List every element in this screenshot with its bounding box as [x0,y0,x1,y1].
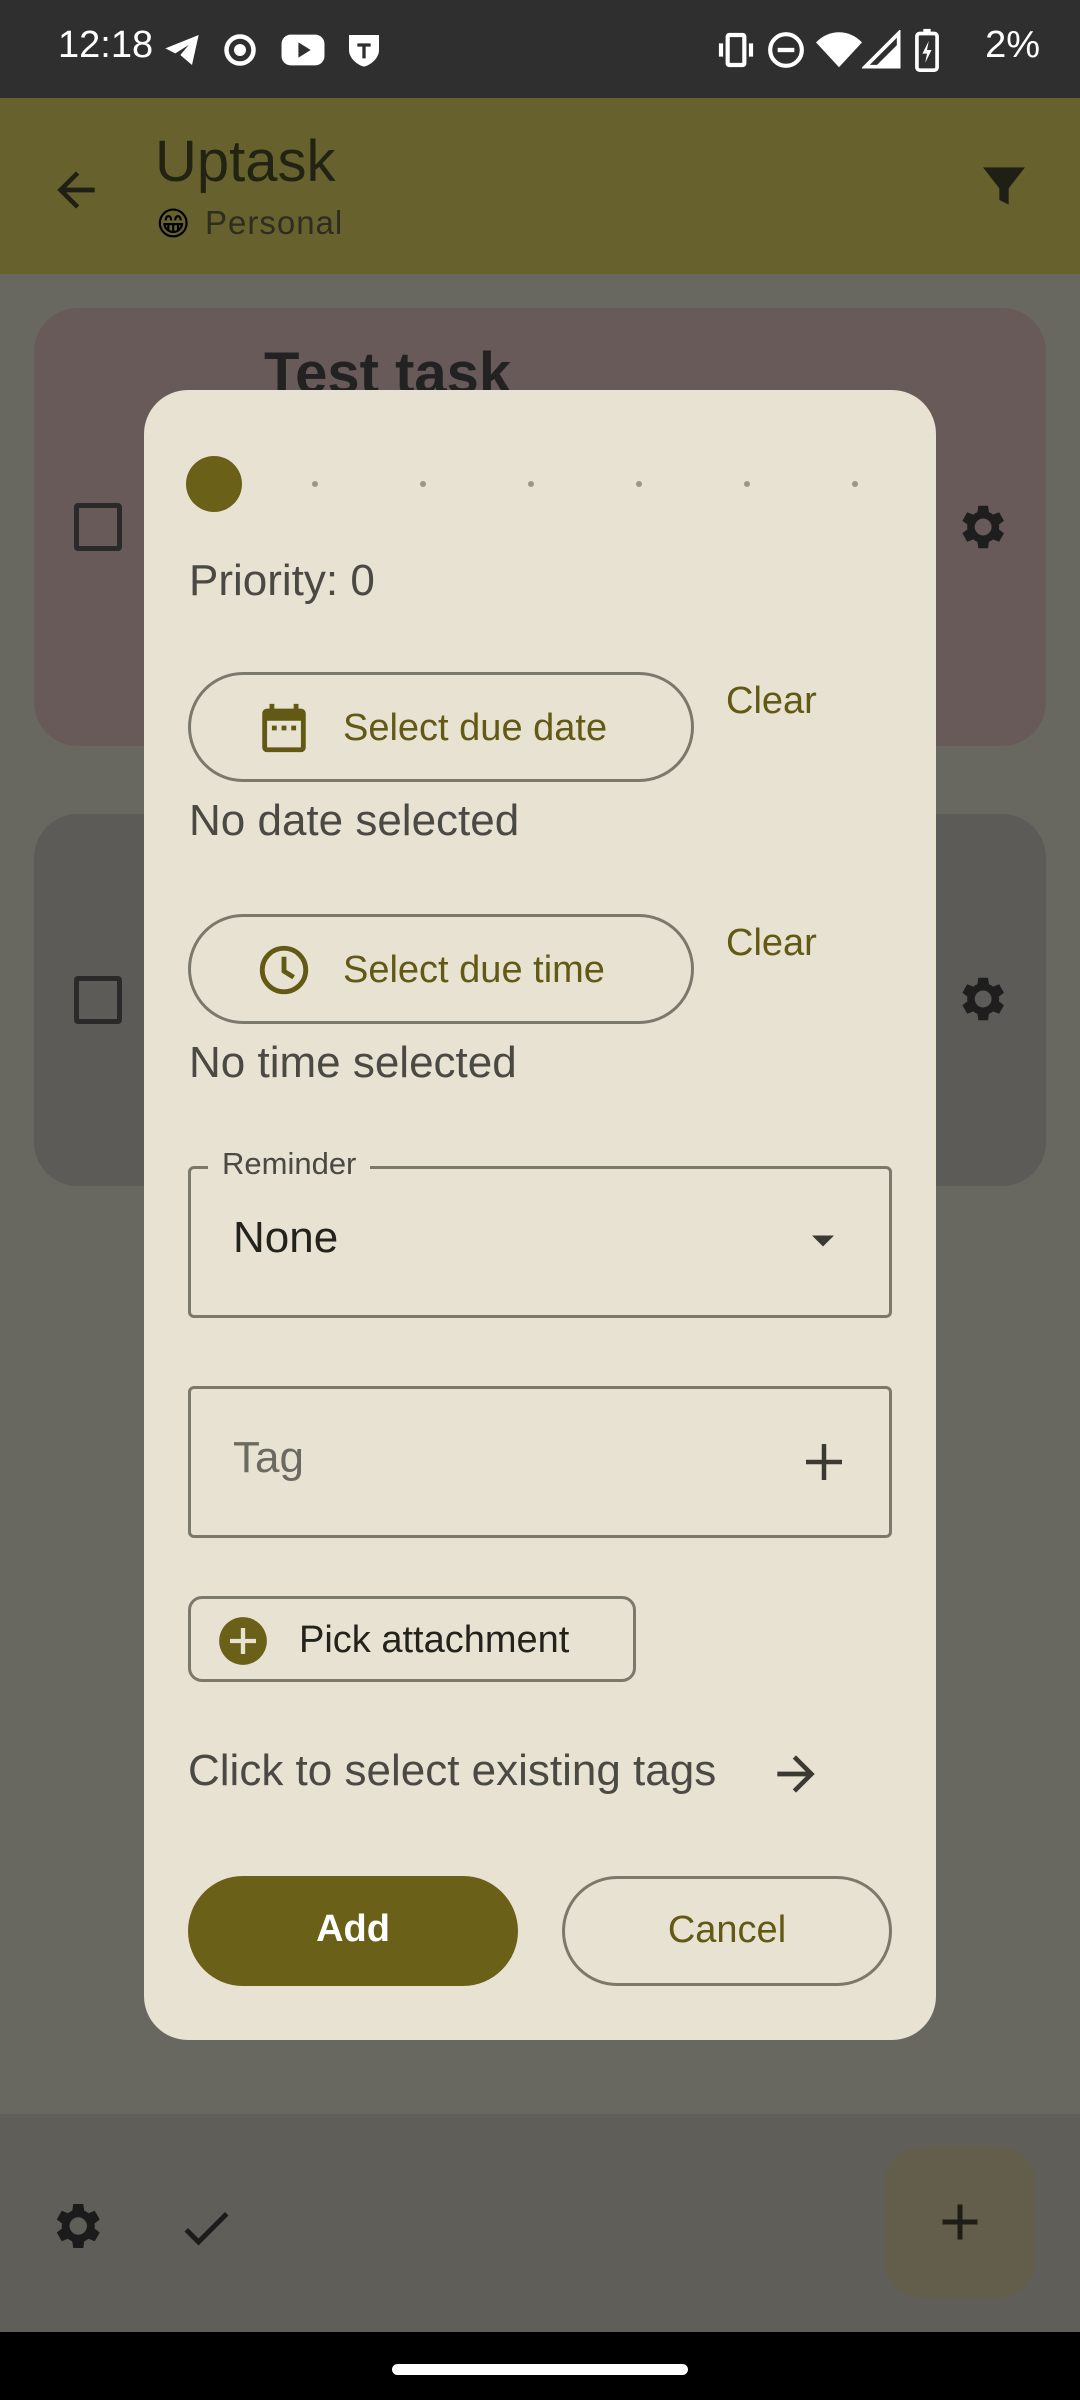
time-status: No time selected [189,1038,517,1087]
cancel-button[interactable]: Cancel [562,1876,892,1986]
tag-input[interactable]: Tag [188,1386,892,1538]
gear-icon[interactable] [952,970,1010,1028]
add-button[interactable]: Add [188,1876,518,1986]
select-existing-tags-link[interactable]: Click to select existing tags [188,1740,848,1810]
gear-icon[interactable] [952,498,1010,556]
slider-tick [312,481,318,487]
slider-tick [528,481,534,487]
select-due-time-label: Select due time [343,949,605,991]
home-gesture-handle[interactable] [392,2364,688,2375]
calendar-icon [262,703,306,753]
task-checkbox[interactable] [74,976,122,1024]
add-task-fab[interactable] [884,2146,1036,2298]
slider-tick [744,481,750,487]
arrow-right-icon [777,1755,815,1793]
status-bar: 12:18 2% [0,0,1080,98]
shield-icon [349,35,379,67]
status-time: 12:18 [58,24,154,66]
slider-tick [636,481,642,487]
navigation-bar [0,2332,1080,2400]
add-button-label: Add [316,1908,390,1950]
wifi-icon [816,32,862,68]
reminder-dropdown[interactable]: None [188,1166,892,1318]
reminder-label: Reminder [208,1146,371,1182]
pick-attachment-label: Pick attachment [299,1619,570,1661]
app-bar: Uptask 😁 Personal [0,98,1080,274]
reminder-value: None [233,1213,339,1262]
pick-attachment-button[interactable]: Pick attachment [188,1596,636,1682]
slider-tick [420,481,426,487]
check-icon[interactable] [176,2198,236,2258]
battery-icon [915,28,939,72]
cancel-button-label: Cancel [667,1909,787,1951]
select-due-date-button[interactable]: Select due date [188,672,694,782]
priority-slider-thumb[interactable] [186,456,242,512]
priority-label: Priority: 0 [189,556,375,605]
select-due-time-button[interactable]: Select due time [188,914,694,1024]
record-icon [224,34,256,66]
emoji-icon: 😁 [156,205,191,242]
telegram-icon [165,35,199,65]
add-circle-icon [219,1617,267,1665]
youtube-icon [281,34,325,66]
tag-placeholder: Tag [233,1433,304,1482]
add-tag-plus-icon[interactable] [797,1435,851,1489]
do-not-disturb-icon [768,32,804,68]
priority-slider[interactable] [186,456,886,512]
battery-percent: 2% [985,24,1040,66]
task-checkbox[interactable] [74,503,122,551]
settings-gear-icon[interactable] [46,2196,106,2256]
dropdown-arrow-icon [812,1235,834,1247]
clock-icon [259,945,309,995]
bottom-app-bar [0,2114,1080,2332]
task-options-dialog: Priority: 0 Select due date Clear No dat… [144,390,936,2040]
signal-icon [862,30,901,69]
filter-icon[interactable] [976,158,1032,214]
slider-tick [852,481,858,487]
plus-icon [942,2204,978,2240]
back-arrow-icon[interactable] [48,162,104,218]
app-subtitle: Personal [205,204,344,241]
clear-date-button[interactable]: Clear [726,680,817,723]
app-title: Uptask [155,129,336,194]
existing-tags-label: Click to select existing tags [188,1746,717,1795]
clear-time-button[interactable]: Clear [726,922,817,965]
date-status: No date selected [189,796,520,845]
select-due-date-label: Select due date [343,707,608,749]
vibrate-icon [718,32,754,68]
